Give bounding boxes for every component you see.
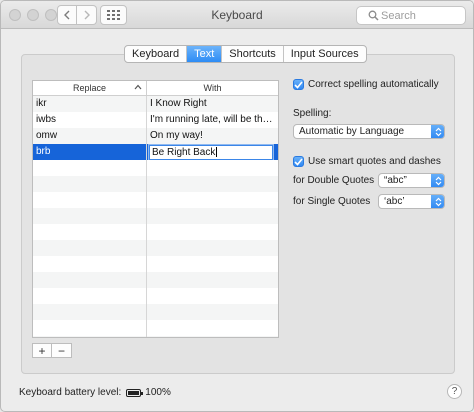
- table-row-selected[interactable]: brb Be Right Back: [33, 144, 278, 160]
- spelling-label: Spelling:: [293, 108, 332, 119]
- battery-level: 100%: [145, 387, 171, 398]
- help-button[interactable]: ?: [447, 384, 462, 399]
- with-cell: I'm running late, will be there soon!: [150, 114, 278, 125]
- empty-row: [33, 304, 278, 320]
- with-edit-field[interactable]: Be Right Back: [149, 145, 273, 160]
- empty-row: [33, 192, 278, 208]
- empty-row: [33, 288, 278, 304]
- replace-cell: ikr: [33, 96, 147, 112]
- empty-row: [33, 240, 278, 256]
- checkmark-icon: [294, 80, 303, 89]
- single-quotes-label: for Single Quotes: [293, 196, 371, 207]
- column-header-replace[interactable]: Replace: [33, 81, 147, 95]
- search-placeholder: Search: [381, 9, 416, 22]
- keyboard-preferences-window: Keyboard Search Keyboard Text Shortcuts …: [0, 0, 474, 412]
- popup-arrows-icon: [431, 195, 444, 208]
- tab-text[interactable]: Text: [187, 46, 223, 62]
- single-quotes-popup[interactable]: ‘abc’: [378, 194, 445, 209]
- table-header: Replace With: [33, 81, 278, 96]
- tab-keyboard[interactable]: Keyboard: [125, 46, 188, 62]
- tab-shortcuts[interactable]: Shortcuts: [222, 46, 284, 62]
- replace-cell: iwbs: [33, 112, 147, 128]
- double-quotes-value: “abc”: [384, 175, 407, 186]
- battery-fill: [128, 390, 140, 395]
- with-cell: Be Right Back: [147, 144, 278, 160]
- empty-row: [33, 160, 278, 176]
- replace-cell: brb: [33, 144, 147, 160]
- battery-icon: [126, 388, 144, 397]
- battery-status: Keyboard battery level: 100%: [19, 387, 171, 398]
- empty-row: [33, 336, 278, 337]
- table-row[interactable]: ikr I Know Right: [33, 96, 278, 112]
- empty-row: [33, 320, 278, 336]
- titlebar: Keyboard Search: [1, 1, 473, 29]
- empty-row: [33, 208, 278, 224]
- battery-label: Keyboard battery level:: [19, 387, 122, 398]
- empty-rows: [33, 160, 278, 337]
- search-icon: [368, 10, 379, 21]
- table-row[interactable]: omw On my way!: [33, 128, 278, 144]
- empty-row: [33, 256, 278, 272]
- popup-arrows-icon: [431, 125, 444, 138]
- column-header-replace-label: Replace: [72, 83, 107, 93]
- sort-ascending-icon: [134, 84, 142, 90]
- empty-row: [33, 176, 278, 192]
- correct-spelling-label: Correct spelling automatically: [308, 79, 439, 90]
- double-quotes-label: for Double Quotes: [293, 175, 375, 186]
- add-remove-buttons: + −: [32, 343, 72, 358]
- empty-row: [33, 224, 278, 240]
- add-button[interactable]: +: [32, 343, 52, 358]
- spelling-popup[interactable]: Automatic by Language: [293, 124, 445, 139]
- tab-input-sources[interactable]: Input Sources: [284, 46, 366, 62]
- correct-spelling-option[interactable]: Correct spelling automatically: [293, 79, 439, 90]
- remove-button[interactable]: −: [52, 343, 72, 358]
- smart-quotes-label: Use smart quotes and dashes: [308, 156, 441, 167]
- table-row[interactable]: iwbs I'm running late, will be there soo…: [33, 112, 278, 128]
- checkmark-icon: [294, 157, 303, 166]
- popup-arrows-icon: [431, 174, 444, 187]
- double-quotes-popup[interactable]: “abc”: [378, 173, 445, 188]
- replace-cell: omw: [33, 128, 147, 144]
- tab-bar: Keyboard Text Shortcuts Input Sources: [124, 45, 367, 63]
- smart-quotes-checkbox[interactable]: [293, 156, 304, 167]
- with-edit-value: Be Right Back: [152, 147, 216, 158]
- column-header-with[interactable]: With: [147, 81, 278, 95]
- with-cell: I Know Right: [150, 98, 207, 109]
- spelling-popup-value: Automatic by Language: [299, 126, 405, 137]
- search-field[interactable]: Search: [356, 6, 466, 25]
- text-replacement-table[interactable]: Replace With ikr I Know Right iwbs I'm r…: [32, 80, 279, 338]
- empty-row: [33, 272, 278, 288]
- correct-spelling-checkbox[interactable]: [293, 79, 304, 90]
- single-quotes-value: ‘abc’: [384, 196, 405, 207]
- smart-quotes-option[interactable]: Use smart quotes and dashes: [293, 156, 441, 167]
- text-cursor: [216, 147, 218, 158]
- with-cell: On my way!: [150, 130, 203, 141]
